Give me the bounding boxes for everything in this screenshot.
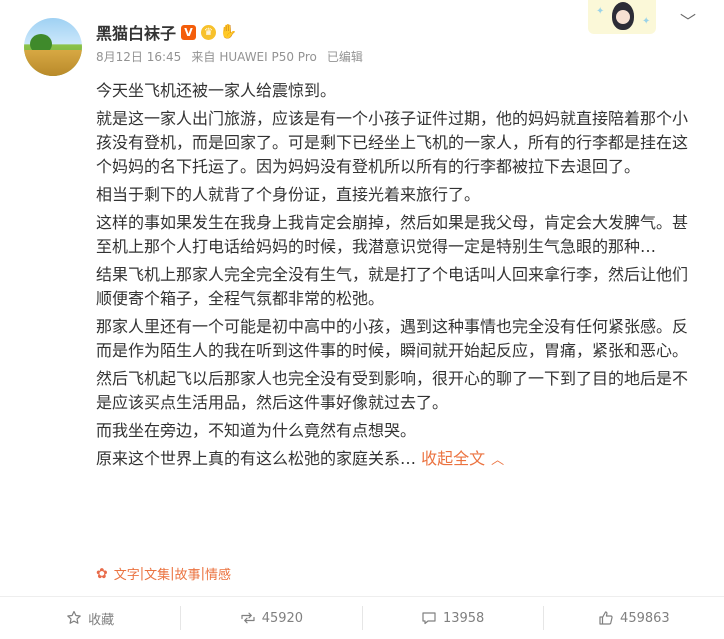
repost-icon [240, 610, 256, 626]
more-menu-button[interactable]: ﹀ [678, 12, 698, 32]
like-count: 459863 [620, 610, 670, 626]
comment-button[interactable]: 13958 [361, 606, 543, 630]
like-button[interactable]: 459863 [542, 606, 724, 630]
post-meta: 8月12日 16:45 来自 HUAWEI P50 Pro 已编辑 [96, 48, 373, 65]
thumbs-up-icon [598, 610, 614, 626]
tag-link[interactable]: 文集 [144, 564, 170, 583]
post-date[interactable]: 8月12日 16:45 [96, 48, 181, 65]
topic-tags: ✿ 文字 | 文集 | 故事 | 情感 [96, 564, 231, 584]
star-outline-icon [66, 610, 82, 626]
star-icon: ✦ [596, 6, 605, 17]
edited-label[interactable]: 已编辑 [327, 48, 363, 65]
comment-count: 13958 [442, 610, 485, 626]
post-paragraph: 今天坐飞机还被一家人给震惊到。 [96, 81, 337, 100]
username[interactable]: 黑猫白袜子 [96, 20, 176, 44]
decoration-character-face [616, 10, 630, 24]
hand-badge-icon[interactable]: ✋ [220, 24, 237, 40]
post-paragraph: 这样的事如果发生在我身上我肯定会崩掉，然后如果是我父母，肯定会大发脾气。甚至机上… [96, 213, 689, 256]
verified-v-icon[interactable]: V [181, 24, 197, 40]
post-header: 黑猫白袜子 V ♛ ✋ 8月12日 16:45 来自 HUAWEI P50 Pr… [96, 20, 373, 65]
post-body: 今天坐飞机还被一家人给震惊到。 就是这一家人出门旅游，应该是有一个小孩子证件过期… [96, 79, 696, 473]
post-last-line: 原来这个世界上真的有这么松弛的家庭关系… 收起全文 ︿ [96, 447, 696, 473]
post-paragraph: 相当于剩下的人就背了个身份证，直接光着来旅行了。 [96, 185, 481, 204]
collapse-full-text-link[interactable]: 收起全文 ︿ [421, 449, 504, 468]
repost-button[interactable]: 45920 [180, 606, 361, 630]
chevron-up-icon: ︿ [491, 453, 505, 468]
post-paragraph: 原来这个世界上真的有这么松弛的家庭关系… [96, 449, 417, 468]
crown-badge-icon[interactable]: ♛ [201, 24, 217, 40]
name-row: 黑猫白袜子 V ♛ ✋ [96, 20, 373, 44]
post-paragraph: 那家人里还有一个可能是初中高中的小孩，遇到这种事情也完全没有任何紧张感。反而是作… [96, 317, 689, 360]
chevron-down-icon: ﹀ [679, 12, 696, 31]
collapse-label: 收起全文 [421, 449, 486, 468]
flower-icon: ✿ [96, 565, 108, 582]
tag-link[interactable]: 情感 [205, 564, 231, 583]
action-bar: 收藏 45920 13958 459863 [0, 596, 724, 639]
star-icon: ✦ [642, 16, 651, 27]
post-paragraph: 结果飞机上那家人完全完全没有生气，就是打了个电话叫人回来拿行李，然后让他们顺便寄… [96, 265, 689, 308]
post-device[interactable]: HUAWEI P50 Pro [219, 50, 317, 64]
comment-icon [421, 610, 437, 626]
post-source-prefix: 来自 [191, 50, 216, 64]
card-decoration: ✦ ✦ [588, 0, 656, 34]
avatar-field-shape [24, 50, 82, 76]
post-paragraph: 就是这一家人出门旅游，应该是有一个小孩子证件过期，他的妈妈就直接陪着那个小孩没有… [96, 109, 689, 176]
weibo-post-card: 黑猫白袜子 V ♛ ✋ 8月12日 16:45 来自 HUAWEI P50 Pr… [0, 0, 724, 638]
post-paragraph: 而我坐在旁边，不知道为什么竟然有点想哭。 [96, 421, 417, 440]
tag-link[interactable]: 文字 [114, 564, 140, 583]
tag-link[interactable]: 故事 [175, 564, 201, 583]
favorite-label: 收藏 [88, 612, 115, 628]
avatar[interactable] [24, 18, 82, 76]
favorite-button[interactable]: 收藏 [0, 606, 180, 630]
post-paragraph: 然后飞机起飞以后那家人也完全没有受到影响，很开心的聊了一下到了目的地后是不是应该… [96, 369, 689, 412]
repost-count: 45920 [261, 610, 304, 626]
